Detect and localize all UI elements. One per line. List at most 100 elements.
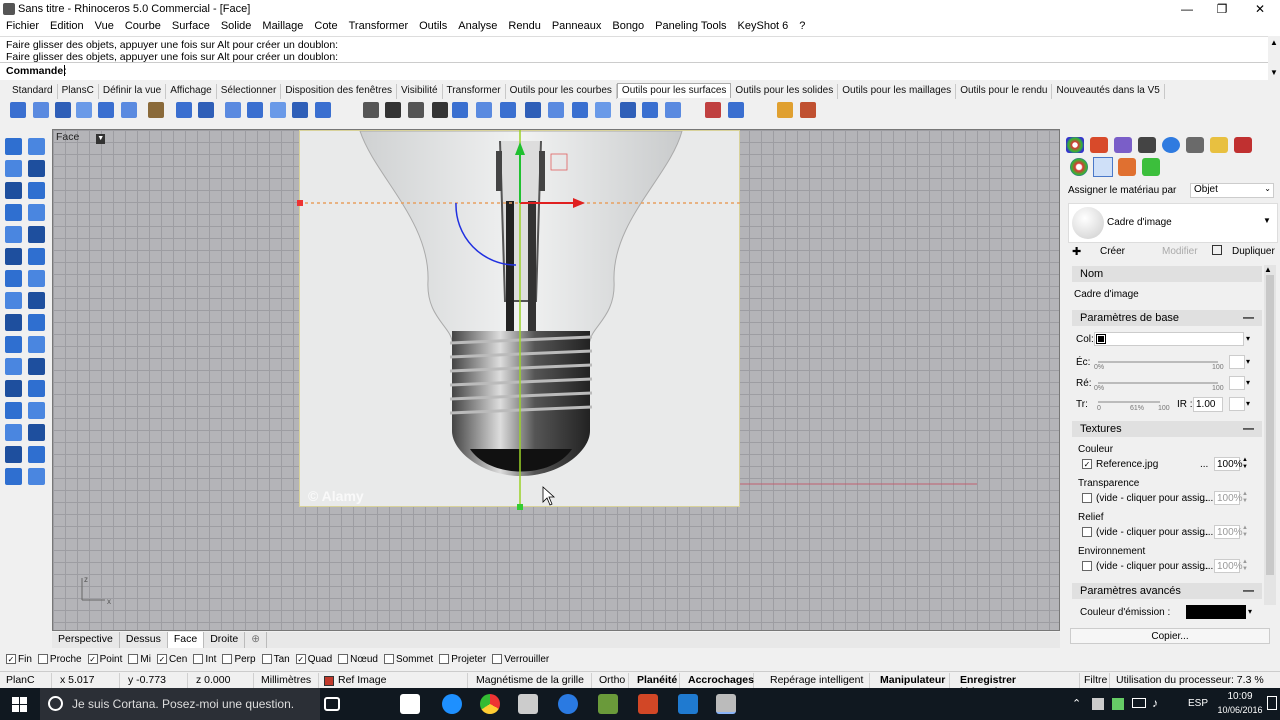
create-icon[interactable]: ✚ <box>1072 245 1081 258</box>
toolbar-tab-outils-rendu[interactable]: Outils pour le rendu <box>956 84 1053 99</box>
gloss-color-box[interactable] <box>1229 355 1245 369</box>
rhino-active-icon[interactable] <box>716 694 736 714</box>
reflect-slider[interactable] <box>1098 382 1218 384</box>
menu-fichier[interactable]: Fichier <box>0 18 44 36</box>
texture-color-file[interactable]: Reference.jpg <box>1096 459 1158 470</box>
texture-transparency-browse[interactable]: ... <box>1200 493 1208 504</box>
osnap-checkbox[interactable] <box>338 653 349 664</box>
surface-tool-icon[interactable] <box>76 102 92 118</box>
display-tab-icon[interactable] <box>1138 137 1156 153</box>
surface-tool-icon[interactable] <box>363 102 379 118</box>
surface-tool-icon[interactable] <box>55 102 71 118</box>
windows-start-icon[interactable] <box>12 697 28 713</box>
osnap-projeter[interactable]: Projeter <box>439 654 486 665</box>
texture-transparency-slot[interactable]: (vide - cliquer pour assig... <box>1096 493 1213 504</box>
scroll-down-icon[interactable]: ▼ <box>1270 68 1278 77</box>
grip-point[interactable] <box>297 200 303 206</box>
surface-tool-icon[interactable] <box>476 102 492 118</box>
menu-surface[interactable]: Surface <box>166 18 215 36</box>
surface-tool-icon[interactable] <box>620 102 636 118</box>
surface-tool-icon[interactable] <box>572 102 588 118</box>
panel-scrollbar[interactable]: ▲ <box>1264 265 1276 605</box>
close-button[interactable]: ✕ <box>1245 0 1275 18</box>
environment-tab-icon[interactable] <box>1162 137 1180 153</box>
viewport-tab-dessus[interactable]: Dessus <box>120 632 168 648</box>
clock-time[interactable]: 10:09 <box>1220 691 1260 702</box>
surface-tool-icon[interactable] <box>705 102 721 118</box>
menu-paneling-tools[interactable]: Paneling Tools <box>649 18 731 36</box>
surface-tool-icon[interactable] <box>408 102 424 118</box>
ortho-toggle[interactable]: Ortho <box>595 673 629 688</box>
tool-icon[interactable] <box>5 160 22 177</box>
camera-tab-icon[interactable] <box>1186 137 1204 153</box>
surface-tool-icon[interactable] <box>642 102 658 118</box>
toolbar-tab-transformer[interactable]: Transformer <box>443 84 506 99</box>
collapse-icon[interactable]: — <box>1243 312 1254 324</box>
osnap-cen[interactable]: ✓ Cen <box>156 653 187 665</box>
tool-icon[interactable] <box>5 446 22 463</box>
toolbar-tab-affichage[interactable]: Affichage <box>166 84 217 99</box>
rhino-taskbar-icon[interactable] <box>518 694 538 714</box>
osnap-checkbox[interactable]: ✓ <box>156 653 167 664</box>
status-layer[interactable]: Ref Image <box>334 673 468 688</box>
osnap-point[interactable]: ✓ Point <box>87 654 122 665</box>
tool-icon[interactable] <box>5 182 22 199</box>
tool-icon[interactable] <box>28 446 45 463</box>
toolbar-tab-standard[interactable]: Standard <box>8 84 58 99</box>
gumball-rotate-arc[interactable] <box>455 202 517 266</box>
tool-icon[interactable] <box>5 226 22 243</box>
color-subtab-icon[interactable] <box>1070 158 1088 176</box>
texture-transparency-checkbox[interactable] <box>1082 493 1092 503</box>
osnap-checkbox[interactable] <box>37 653 48 664</box>
surface-tool-icon[interactable] <box>121 102 137 118</box>
toolbar-tab-nouveautes[interactable]: Nouveautés dans la V5 <box>1052 84 1165 99</box>
toolbar-tab-outils-solides[interactable]: Outils pour les solides <box>731 84 839 99</box>
menu-panneaux[interactable]: Panneaux <box>546 18 607 36</box>
dropdown-arrow-icon[interactable]: ▾ <box>1246 357 1250 366</box>
reflect-color-box[interactable] <box>1229 376 1245 390</box>
object-tab-icon[interactable] <box>1090 137 1108 153</box>
osnap-checkbox[interactable] <box>261 653 272 664</box>
texture-subtab-icon[interactable] <box>1118 158 1136 176</box>
gumball-y-arrow-icon[interactable] <box>515 142 525 155</box>
osnap-checkbox[interactable] <box>128 653 139 664</box>
notifications-icon[interactable] <box>1267 696 1277 710</box>
tool-icon[interactable] <box>5 424 22 441</box>
tool-icon[interactable] <box>28 204 45 221</box>
toolbar-tab-outils-surfaces[interactable]: Outils pour les surfaces <box>616 83 732 98</box>
menu-bongo[interactable]: Bongo <box>606 18 649 36</box>
toolbar-tab-plansc[interactable]: PlansC <box>58 84 99 99</box>
tool-icon[interactable] <box>28 160 45 177</box>
menu-analyse[interactable]: Analyse <box>452 18 502 36</box>
color-swatch-field[interactable] <box>1094 332 1244 346</box>
layer-tab-icon[interactable] <box>1114 137 1132 153</box>
tool-icon[interactable] <box>5 358 22 375</box>
surface-tool-icon[interactable] <box>595 102 611 118</box>
language-indicator[interactable]: ESP <box>1188 698 1208 709</box>
tool-icon[interactable] <box>28 182 45 199</box>
toolbar-tab-visibilite[interactable]: Visibilité <box>397 84 443 99</box>
transparency-slider[interactable] <box>1098 401 1160 403</box>
status-units[interactable]: Millimètres <box>257 673 319 688</box>
textures-header[interactable]: Textures — <box>1072 421 1262 437</box>
material-subtab-icon[interactable] <box>1093 157 1113 177</box>
material-selector[interactable]: Cadre d'image ▼ <box>1068 203 1278 243</box>
scroll-up-icon[interactable]: ▲ <box>1270 38 1278 47</box>
duplicate-icon[interactable] <box>1212 245 1222 255</box>
tool-icon[interactable] <box>5 402 22 419</box>
menu-solide[interactable]: Solide <box>215 18 257 36</box>
maximize-button[interactable]: ❐ <box>1207 0 1237 18</box>
surface-tool-icon[interactable] <box>148 102 164 118</box>
tool-icon[interactable] <box>28 270 45 287</box>
clock-date[interactable]: 10/06/2016 <box>1214 705 1266 715</box>
osnap-checkbox[interactable] <box>222 653 233 664</box>
base-params-header[interactable]: Paramètres de base — <box>1072 310 1262 326</box>
store-icon[interactable] <box>400 694 420 714</box>
spinner-icon[interactable]: ▲ ▼ <box>1242 491 1248 505</box>
toolbar-tab-definir-vue[interactable]: Définir la vue <box>99 84 167 99</box>
menu-help[interactable]: ? <box>793 18 810 36</box>
toolbar-tab-disposition[interactable]: Disposition des fenêtres <box>281 84 398 99</box>
tool-icon[interactable] <box>5 292 22 309</box>
dropdown-arrow-icon[interactable]: ▾ <box>1246 378 1250 387</box>
tool-icon[interactable] <box>28 358 45 375</box>
